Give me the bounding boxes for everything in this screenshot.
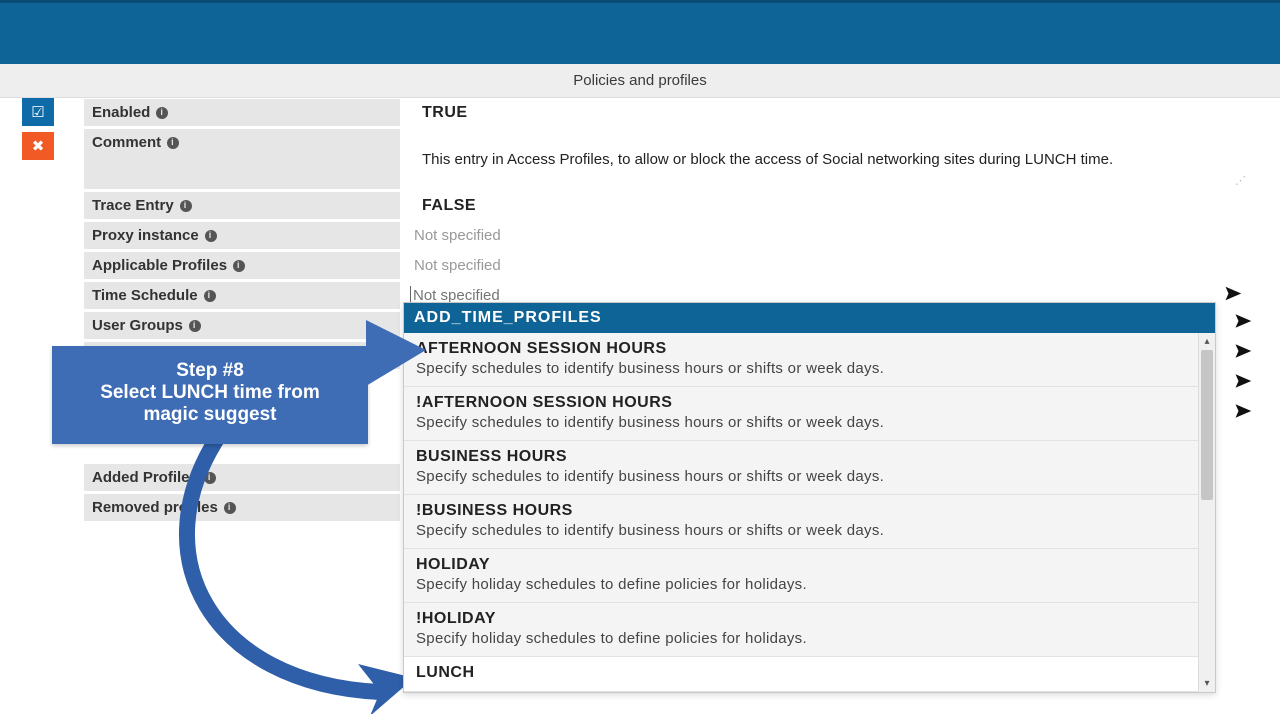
send-icon[interactable] [1224, 284, 1242, 307]
info-icon[interactable] [204, 290, 216, 302]
send-icon[interactable] [1234, 402, 1252, 425]
proxy-value: Not specified [414, 227, 501, 244]
resize-handle-icon[interactable]: ⋰ [1235, 174, 1246, 187]
info-icon[interactable] [233, 260, 245, 272]
send-icon[interactable] [1234, 312, 1252, 335]
scroll-thumb[interactable] [1201, 350, 1213, 500]
label-applicable-profiles: Applicable Profiles [84, 252, 400, 279]
close-icon: ✖ [32, 137, 45, 155]
save-button[interactable]: ☑ [22, 98, 54, 126]
option-title: HOLIDAY [416, 556, 1203, 574]
label-user-groups: User Groups [84, 312, 400, 339]
option-desc: Specify schedules to identify business h… [416, 360, 1203, 377]
info-icon[interactable] [189, 320, 201, 332]
dropdown-option[interactable]: AFTERNOON SESSION HOURS Specify schedule… [404, 333, 1215, 387]
check-icon: ☑ [31, 103, 44, 121]
dropdown-header: ADD_TIME_PROFILES [404, 303, 1215, 333]
dropdown-option[interactable]: HOLIDAY Specify holiday schedules to def… [404, 549, 1215, 603]
option-desc: Specify schedules to identify business h… [416, 414, 1203, 431]
option-title: LUNCH [416, 664, 1203, 682]
option-title: AFTERNOON SESSION HOURS [416, 340, 1203, 358]
label-comment: Comment [84, 129, 400, 189]
label-text: Trace Entry [92, 197, 174, 214]
label-text: Comment [92, 134, 161, 151]
label-text: Applicable Profiles [92, 257, 227, 274]
time-schedule-dropdown[interactable]: ADD_TIME_PROFILES AFTERNOON SESSION HOUR… [403, 302, 1216, 693]
dropdown-body: AFTERNOON SESSION HOURS Specify schedule… [404, 333, 1215, 692]
label-time-schedule: Time Schedule [84, 282, 400, 309]
option-title: !AFTERNOON SESSION HOURS [416, 394, 1203, 412]
value-applicable-profiles[interactable]: Not specified [400, 252, 1252, 279]
dropdown-option[interactable]: !HOLIDAY Specify holiday schedules to de… [404, 603, 1215, 657]
trace-value: FALSE [422, 197, 476, 215]
callout-line: Select LUNCH time from [68, 382, 352, 404]
option-title: BUSINESS HOURS [416, 448, 1203, 466]
option-title: !HOLIDAY [416, 610, 1203, 628]
enabled-value: TRUE [422, 104, 468, 122]
dropdown-option-lunch[interactable]: LUNCH [404, 657, 1215, 692]
label-text: Proxy instance [92, 227, 199, 244]
info-icon[interactable] [180, 200, 192, 212]
comment-text: This entry in Access Profiles, to allow … [422, 151, 1113, 168]
option-desc: Specify schedules to identify business h… [416, 522, 1203, 539]
label-text: Enabled [92, 104, 150, 121]
scroll-down-icon[interactable]: ▾ [1199, 675, 1215, 692]
label-proxy: Proxy instance [84, 222, 400, 249]
option-desc: Specify schedules to identify business h… [416, 468, 1203, 485]
app-header-bar [0, 0, 1280, 64]
info-icon[interactable] [205, 230, 217, 242]
label-text: Time Schedule [92, 287, 198, 304]
page-title: Policies and profiles [0, 64, 1280, 98]
callout-line: Step #8 [68, 360, 352, 382]
send-icon[interactable] [1234, 372, 1252, 395]
option-desc: Specify holiday schedules to define poli… [416, 630, 1203, 647]
label-text: User Groups [92, 317, 183, 334]
dropdown-option[interactable]: !AFTERNOON SESSION HOURS Specify schedul… [404, 387, 1215, 441]
value-enabled[interactable]: TRUE [400, 99, 1252, 126]
label-trace: Trace Entry [84, 192, 400, 219]
appprof-value: Not specified [414, 257, 501, 274]
dropdown-option[interactable]: BUSINESS HOURS Specify schedules to iden… [404, 441, 1215, 495]
send-icon[interactable] [1234, 342, 1252, 365]
info-icon[interactable] [167, 137, 179, 149]
curved-arrow-icon [150, 434, 420, 714]
value-comment[interactable]: This entry in Access Profiles, to allow … [400, 129, 1252, 189]
callout-line: magic suggest [68, 404, 352, 426]
label-enabled: Enabled [84, 99, 400, 126]
scrollbar[interactable]: ▴ ▾ [1198, 333, 1215, 692]
value-proxy[interactable]: Not specified [400, 222, 1252, 249]
dropdown-option[interactable]: !BUSINESS HOURS Specify schedules to ide… [404, 495, 1215, 549]
option-title: !BUSINESS HOURS [416, 502, 1203, 520]
option-desc: Specify holiday schedules to define poli… [416, 576, 1203, 593]
tutorial-step-callout: Step #8 Select LUNCH time from magic sug… [52, 346, 368, 444]
cancel-button[interactable]: ✖ [22, 132, 54, 160]
info-icon[interactable] [156, 107, 168, 119]
scroll-up-icon[interactable]: ▴ [1199, 333, 1215, 350]
value-trace[interactable]: FALSE [400, 192, 1252, 219]
